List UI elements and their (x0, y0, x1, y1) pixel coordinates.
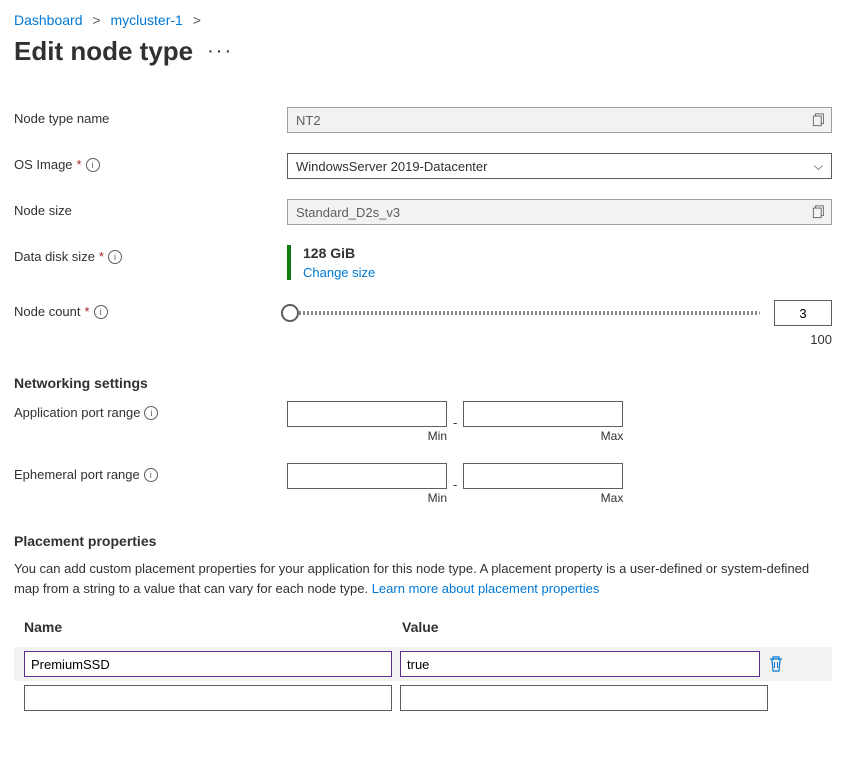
breadcrumb-cluster[interactable]: mycluster-1 (110, 12, 182, 28)
app-port-min-input[interactable] (287, 401, 447, 427)
app-port-range-label: Application port range i (14, 401, 287, 425)
info-icon[interactable]: i (144, 406, 158, 420)
node-size-label: Node size (14, 199, 287, 223)
change-size-link[interactable]: Change size (303, 265, 375, 280)
info-icon[interactable]: i (94, 305, 108, 319)
info-icon[interactable]: i (108, 250, 122, 264)
required-marker: * (99, 245, 104, 269)
delete-icon[interactable] (768, 655, 784, 673)
more-actions-button[interactable]: ··· (207, 40, 233, 63)
max-label: Max (463, 429, 623, 443)
placement-value-input[interactable] (400, 685, 768, 711)
placement-row (14, 647, 832, 681)
chevron-down-icon: ⌵ (814, 159, 823, 174)
info-icon[interactable]: i (86, 158, 100, 172)
copy-icon[interactable] (812, 205, 826, 219)
breadcrumb-dashboard[interactable]: Dashboard (14, 12, 83, 28)
slider-thumb[interactable] (281, 304, 299, 322)
node-size-input: Standard_D2s_v3 (287, 199, 832, 225)
placement-heading: Placement properties (14, 533, 832, 549)
placement-table-header: Name Value (14, 619, 832, 635)
copy-icon[interactable] (812, 113, 826, 127)
required-marker: * (85, 300, 90, 324)
breadcrumb: Dashboard > mycluster-1 > (14, 12, 832, 28)
node-count-slider[interactable] (287, 311, 760, 315)
required-marker: * (77, 153, 82, 177)
placement-name-input[interactable] (24, 651, 392, 677)
node-count-max: 100 (287, 332, 832, 347)
placement-row-empty (14, 681, 832, 715)
placement-description: You can add custom placement properties … (14, 559, 832, 599)
node-type-name-input: NT2 (287, 107, 832, 133)
min-label: Min (287, 491, 447, 505)
data-disk-size-value: 128 GiB (303, 245, 832, 261)
min-label: Min (287, 429, 447, 443)
os-image-select[interactable]: WindowsServer 2019-Datacenter ⌵ (287, 153, 832, 179)
node-count-input[interactable] (774, 300, 832, 326)
col-name: Name (24, 619, 402, 635)
max-label: Max (463, 491, 623, 505)
placement-value-input[interactable] (400, 651, 760, 677)
os-image-label: OS Image * i (14, 153, 287, 177)
placement-name-input[interactable] (24, 685, 392, 711)
node-type-name-label: Node type name (14, 107, 287, 131)
eph-port-max-input[interactable] (463, 463, 623, 489)
networking-heading: Networking settings (14, 375, 832, 391)
chevron-right-icon: > (193, 12, 201, 28)
chevron-right-icon: > (92, 12, 100, 28)
learn-more-link[interactable]: Learn more about placement properties (372, 581, 600, 596)
info-icon[interactable]: i (144, 468, 158, 482)
eph-port-range-label: Ephemeral port range i (14, 463, 287, 487)
node-count-label: Node count * i (14, 300, 287, 324)
col-value: Value (402, 619, 822, 635)
page-title: Edit node type (14, 36, 193, 67)
eph-port-min-input[interactable] (287, 463, 447, 489)
app-port-max-input[interactable] (463, 401, 623, 427)
data-disk-size-label: Data disk size * i (14, 245, 287, 269)
